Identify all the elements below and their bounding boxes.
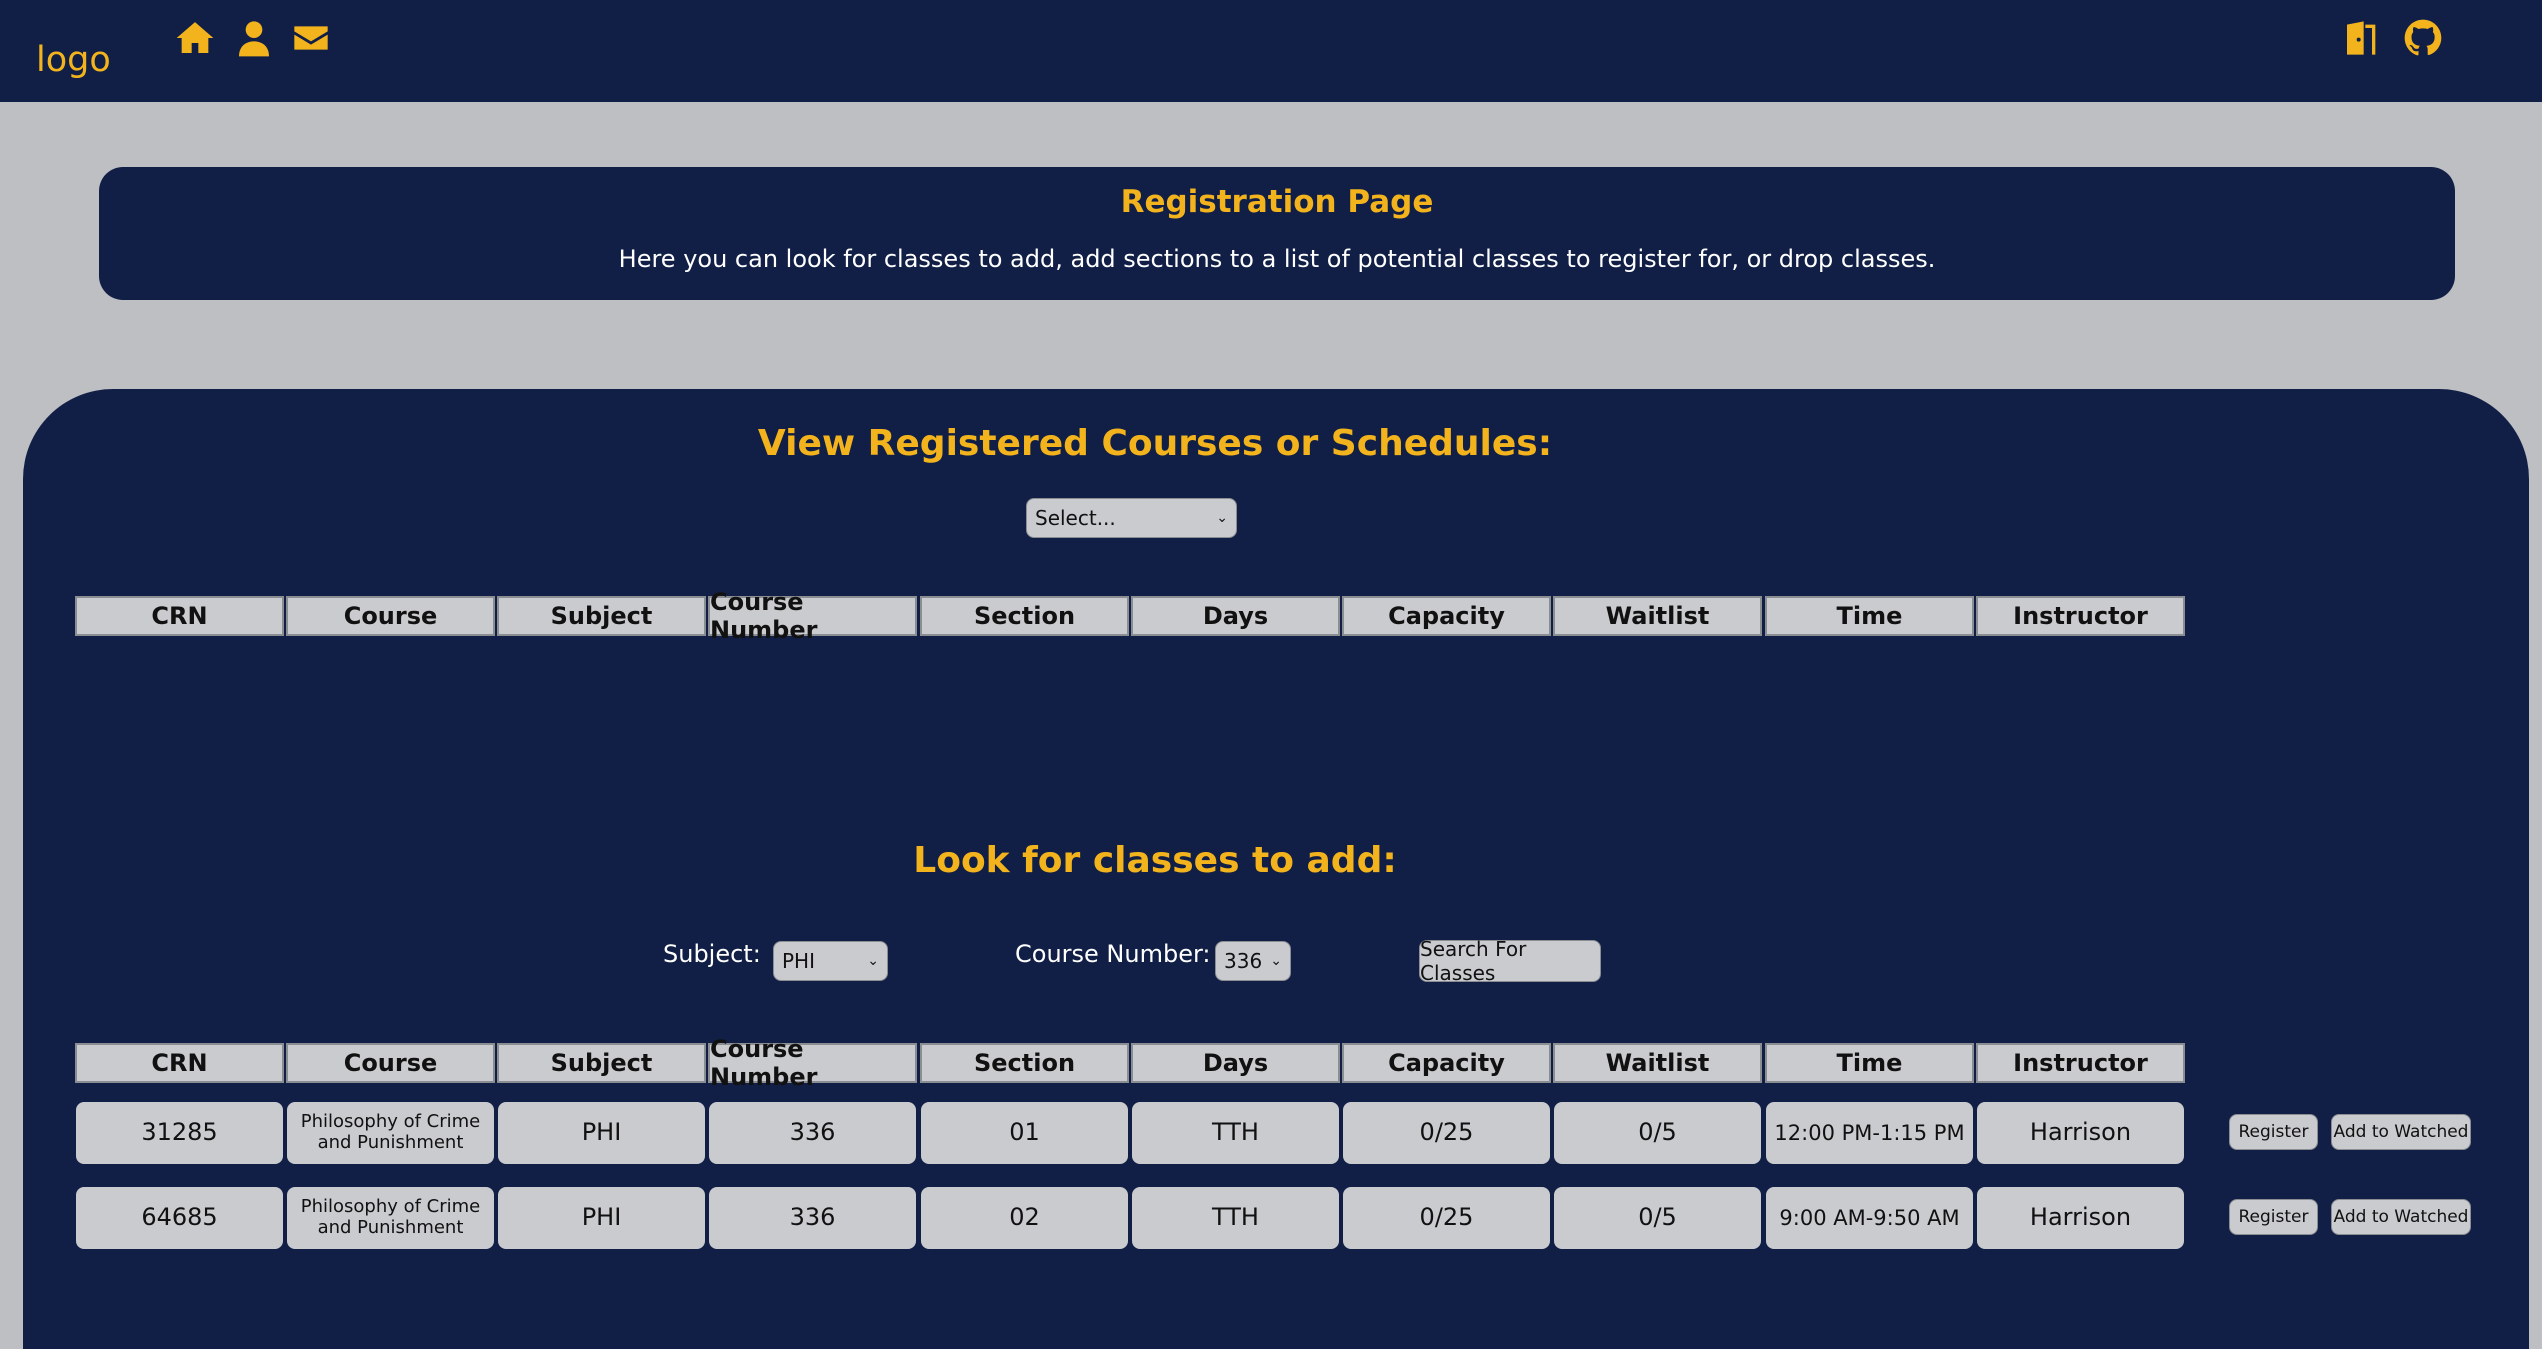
chevron-down-icon: ⌄ [1270,953,1282,969]
registered-header-crn: CRN [75,596,284,636]
schedule-select-value: Select... [1035,506,1116,530]
chevron-down-icon: ⌄ [1216,510,1228,526]
results-header-crn: CRN [75,1043,284,1083]
course-number-label: Course Number: [1015,940,1211,968]
results-header-instructor: Instructor [1976,1043,2185,1083]
page-description: Here you can look for classes to add, ad… [618,245,1936,273]
cell-instructor: Harrison [1977,1102,2184,1164]
cell-capacity: 0/25 [1343,1102,1550,1164]
registered-header-section: Section [920,596,1129,636]
registration-banner: Registration Page Here you can look for … [99,167,2455,300]
cell-course-number: 336 [709,1102,916,1164]
registered-header-subject: Subject [497,596,706,636]
cell-time: 12:00 PM-1:15 PM [1766,1102,1973,1164]
search-for-classes-button[interactable]: Search For Classes [1419,937,1601,985]
register-button[interactable]: Register [2229,1199,2318,1235]
cell-course: Philosophy of Crime and Punishment [287,1187,494,1249]
course-number-select[interactable]: 336 ⌄ [1215,941,1291,981]
cell-subject: PHI [498,1187,705,1249]
registered-header-capacity: Capacity [1342,596,1551,636]
cell-time: 9:00 AM-9:50 AM [1766,1187,1973,1249]
github-icon[interactable] [2403,18,2443,58]
registered-header-waitlist: Waitlist [1553,596,1762,636]
results-header-capacity: Capacity [1342,1043,1551,1083]
registered-section-title: View Registered Courses or Schedules: [757,423,1553,464]
results-header-time: Time [1765,1043,1974,1083]
results-header-waitlist: Waitlist [1553,1043,1762,1083]
results-header-course: Course [286,1043,495,1083]
subject-select[interactable]: PHI ⌄ [773,941,888,981]
subject-label: Subject: [663,940,761,968]
registered-header-days: Days [1131,596,1340,636]
chevron-down-icon: ⌄ [867,953,879,969]
main-panel: View Registered Courses or Schedules: Se… [23,389,2529,1349]
cell-waitlist: 0/5 [1554,1102,1761,1164]
results-header-course-number: Course Number [708,1035,917,1091]
cell-crn: 64685 [76,1187,283,1249]
add-to-watched-button[interactable]: Add to Watched [2331,1199,2471,1235]
search-section-title: Look for classes to add: [913,840,1397,881]
results-header-section: Section [920,1043,1129,1083]
cell-course: Philosophy of Crime and Punishment [287,1102,494,1164]
cell-subject: PHI [498,1102,705,1164]
door-icon[interactable] [2342,18,2382,58]
page-title: Registration Page [1120,184,1434,220]
cell-crn: 31285 [76,1102,283,1164]
cell-section: 01 [921,1102,1128,1164]
cell-capacity: 0/25 [1343,1187,1550,1249]
top-navbar: logo [0,0,2542,102]
add-to-watched-button[interactable]: Add to Watched [2331,1114,2471,1150]
results-header-days: Days [1131,1043,1340,1083]
home-icon[interactable] [175,18,215,58]
logo[interactable]: logo [36,40,111,80]
register-button[interactable]: Register [2229,1114,2318,1150]
registered-header-course-number: Course Number [708,588,917,644]
schedule-select[interactable]: Select... ⌄ [1026,498,1237,538]
registered-header-instructor: Instructor [1976,596,2185,636]
envelope-icon[interactable] [291,18,331,58]
registered-header-time: Time [1765,596,1974,636]
results-header-subject: Subject [497,1043,706,1083]
cell-instructor: Harrison [1977,1187,2184,1249]
user-icon[interactable] [234,18,274,58]
subject-select-value: PHI [782,949,815,973]
registered-header-course: Course [286,596,495,636]
course-number-select-value: 336 [1224,949,1263,973]
cell-days: TTH [1132,1102,1339,1164]
cell-section: 02 [921,1187,1128,1249]
cell-course-number: 336 [709,1187,916,1249]
cell-days: TTH [1132,1187,1339,1249]
cell-waitlist: 0/5 [1554,1187,1761,1249]
